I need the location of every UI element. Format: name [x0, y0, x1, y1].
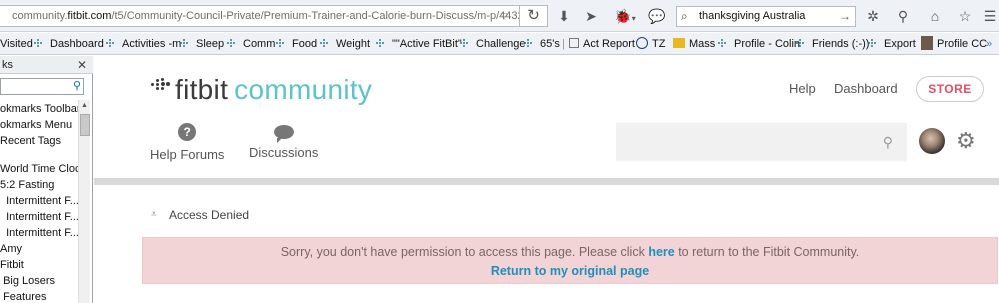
scroll-up-arrow-icon[interactable]: ▲: [79, 100, 90, 112]
send-icon[interactable]: ➤: [582, 7, 600, 25]
sidebar-item-bookmarks-toolbar[interactable]: okmarks Toolbar: [0, 101, 78, 117]
clock-icon: [636, 37, 648, 49]
browser-search-box[interactable]: ⌕ thanksgiving Australia →: [676, 6, 856, 27]
community-search-input[interactable]: ⚲: [616, 123, 907, 161]
photo-icon: [921, 36, 933, 50]
tab-help-forums[interactable]: ? Help Forums: [150, 123, 224, 162]
crown-icon: [673, 38, 685, 48]
gear-icon[interactable]: ⚙: [956, 129, 976, 153]
nav-help-link[interactable]: Help: [789, 81, 816, 96]
fitbit-dots-icon: [227, 38, 239, 48]
browser-search-value: thanksgiving Australia: [699, 10, 806, 22]
header-divider: [94, 178, 999, 185]
fitbit-logo-icon: [151, 75, 171, 95]
chat-icon[interactable]: 💬: [648, 7, 666, 25]
alert-message: Sorry, you don't have permission to acce…: [280, 245, 860, 259]
bookmark-65s[interactable]: 65's: [524, 33, 560, 54]
bookmarks-sidebar: ks ✕ ⚲ okmarks Toolbar okmarks Menu Rece…: [0, 56, 93, 303]
sidebar-item-amy[interactable]: Amy: [0, 241, 78, 257]
bookmark-activities[interactable]: Activities -m: [106, 33, 181, 54]
fitbit-dots-icon: [180, 38, 192, 48]
sidebar-item-intermittent-2[interactable]: Intermittent F...: [0, 209, 78, 225]
fitbit-dots-icon: [320, 38, 332, 48]
bookmark-sleep[interactable]: Sleep: [180, 33, 224, 54]
sidebar-item-features[interactable]: Features: [0, 289, 78, 303]
sidebar-item-world-time-clock[interactable]: World Time Clock...: [0, 161, 78, 177]
fitbit-dots-icon: [524, 38, 536, 48]
sidebar-scrollbar[interactable]: ▲: [78, 100, 90, 303]
sidebar-item-recent-tags[interactable]: Recent Tags: [0, 133, 78, 149]
sidebar-item-intermittent-1[interactable]: Intermittent F...: [0, 193, 78, 209]
scrollbar-thumb[interactable]: [80, 114, 90, 136]
fitbit-dots-icon: [460, 38, 472, 48]
search-icon: ⚲: [882, 134, 893, 150]
return-to-original-page-link[interactable]: Return to my original page: [143, 264, 997, 278]
breadcrumb: Access Denied: [169, 208, 250, 222]
fitbit-community-logo[interactable]: fitbit community: [151, 74, 372, 110]
bookmark-visited[interactable]: Visited: [0, 33, 33, 54]
sidebar-item-bookmarks-menu[interactable]: okmarks Menu: [0, 117, 78, 133]
sidebar-header: ks ✕: [0, 56, 93, 74]
reload-icon[interactable]: ↻: [520, 5, 548, 27]
sidebar-item-fitbit[interactable]: Fitbit: [0, 257, 78, 273]
bookmark-mass[interactable]: Mass: [673, 33, 715, 54]
search-icon: ⌕: [681, 9, 688, 23]
bookmark-tz[interactable]: TZ: [636, 33, 665, 54]
bookmark-profile-cc[interactable]: Profile CC: [921, 33, 987, 54]
menu-icon[interactable]: ☰: [982, 7, 998, 25]
sidebar-search-input[interactable]: ⚲: [0, 78, 84, 95]
store-button[interactable]: STORE: [916, 76, 984, 102]
zoom-icon[interactable]: ⚲: [894, 7, 912, 25]
tab-discussions[interactable]: Discussions: [249, 123, 318, 160]
bookmark-weight[interactable]: Weight: [320, 33, 370, 54]
fitbit-dots-icon: [796, 38, 808, 48]
nav-dashboard-link[interactable]: Dashboard: [834, 81, 898, 96]
page-icon: [569, 38, 579, 48]
bookmark-export[interactable]: Export: [868, 33, 916, 54]
bookmarks-toolbar: Visited Dashboard Activities -m Sleep Co…: [0, 33, 999, 55]
ladybug-addon-icon[interactable]: 🐞▾: [610, 7, 640, 25]
fitbit-dots-icon: [868, 38, 880, 48]
sidebar-item-big-losers[interactable]: Big Losers: [0, 273, 78, 289]
here-link[interactable]: here: [648, 245, 674, 259]
fitbit-dots-icon: [276, 38, 288, 48]
access-denied-alert: Sorry, you don't have permission to acce…: [142, 237, 998, 284]
home-icon[interactable]: ⌂: [926, 7, 944, 25]
fitbit-dots-icon: [376, 38, 388, 48]
bookmark-star-icon[interactable]: ☆: [956, 7, 974, 25]
question-circle-icon: ?: [178, 123, 197, 141]
sidebar-item-intermittent-3[interactable]: Intermittent F...: [0, 225, 78, 241]
fitbit-dots-icon: [106, 38, 118, 48]
close-icon[interactable]: ✕: [77, 56, 87, 74]
bookmark-friends[interactable]: Friends (:-)): [796, 33, 869, 54]
fitbit-dots-icon: [718, 38, 730, 48]
search-go-icon[interactable]: →: [839, 7, 851, 26]
bookmark-challenge[interactable]: Challenge: [460, 33, 526, 54]
user-avatar[interactable]: [919, 128, 945, 154]
bookmark-profile-colin[interactable]: Profile - Colin: [718, 33, 800, 54]
sidebar-title: ks: [2, 59, 13, 71]
bookmark-active-fitbit[interactable]: ""Active FitBit": [376, 33, 462, 54]
browser-navigation-bar: community.fitbit.com/t5/Community-Counci…: [0, 0, 999, 32]
bookmark-comm[interactable]: Comm: [227, 33, 275, 54]
fitbit-community-page: fitbit community Help Dashboard STORE ? H…: [94, 56, 999, 303]
bookmark-act-report[interactable]: Act Report: [569, 33, 635, 54]
speech-bubble-icon: [273, 125, 294, 143]
bookmarks-separator: |: [562, 38, 565, 50]
fitbit-dots-icon: [34, 38, 46, 48]
url-dropdown-icon[interactable]: ▽: [496, 6, 512, 26]
sidebar-item-52-fasting[interactable]: 5:2 Fasting: [0, 177, 78, 193]
search-icon: ⚲: [72, 80, 81, 92]
download-icon[interactable]: ⬇: [556, 7, 572, 25]
collapse-down-icon: ⩡: [151, 209, 157, 220]
bookmarks-overflow-icon[interactable]: »: [986, 33, 992, 54]
settings-icon[interactable]: ✲: [864, 7, 882, 25]
address-bar[interactable]: community.fitbit.com/t5/Community-Counci…: [0, 5, 520, 27]
bookmark-food[interactable]: Food: [276, 33, 317, 54]
bookmark-dashboard[interactable]: Dashboard: [34, 33, 104, 54]
